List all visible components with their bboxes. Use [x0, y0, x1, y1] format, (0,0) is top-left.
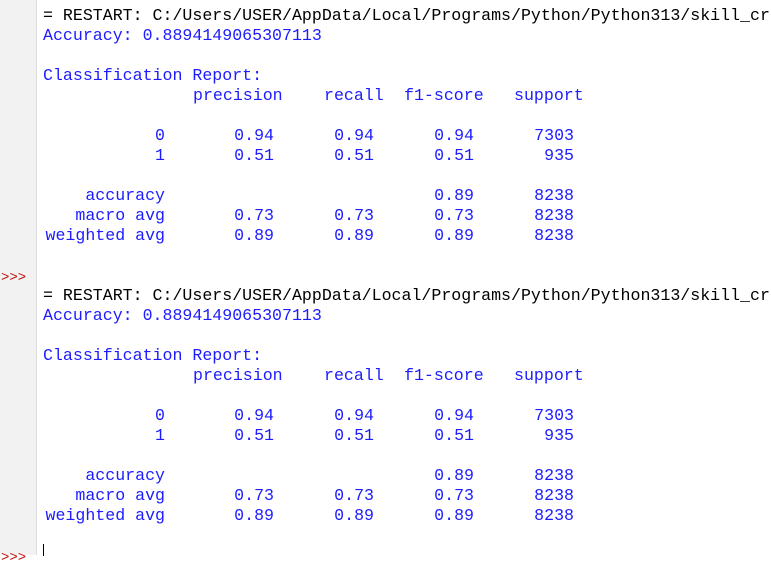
accuracy-line: Accuracy: 0.8894149065307113 [43, 306, 322, 325]
summary-row: accuracy 0.89 8238 [43, 466, 771, 486]
shell-prompt: >>> [1, 270, 27, 286]
row-f1: 0.51 [434, 426, 474, 445]
header-support: support [514, 86, 584, 105]
row-recall: 0.94 [334, 126, 374, 145]
summary-row: macro avg 0.73 0.73 0.73 8238 [43, 486, 771, 506]
row-recall: 0.94 [334, 406, 374, 425]
row-recall: 0.89 [334, 506, 374, 525]
row-f1: 0.89 [434, 466, 474, 485]
report-title: Classification Report: [43, 346, 263, 365]
shell-prompt: >>> [1, 0, 26, 8]
report-row: 1 0.51 0.51 0.51 935 [43, 146, 771, 166]
row-label: 1 [155, 146, 165, 165]
restart-banner: = RESTART: C:/Users/USER/AppData/Local/P… [43, 6, 770, 25]
header-recall: recall [324, 86, 384, 105]
row-precision: 0.73 [234, 486, 274, 505]
row-label: accuracy [85, 186, 165, 205]
row-precision: 0.51 [234, 146, 274, 165]
row-f1: 0.89 [434, 506, 474, 525]
report-row: 1 0.51 0.51 0.51 935 [43, 426, 771, 446]
shell-output-area[interactable]: = RESTART: C:/Users/USER/AppData/Local/P… [43, 6, 771, 526]
shell-prompt: >>> [1, 550, 27, 566]
row-support: 8238 [534, 506, 574, 525]
header-precision: precision [193, 86, 283, 105]
row-label: 0 [155, 406, 165, 425]
header-f1-score: f1-score [404, 86, 484, 105]
row-support: 935 [544, 426, 574, 445]
header-recall: recall [324, 366, 384, 385]
row-support: 7303 [534, 406, 574, 425]
row-f1: 0.89 [434, 186, 474, 205]
report-row: 0 0.94 0.94 0.94 7303 [43, 126, 771, 146]
row-precision: 0.89 [234, 506, 274, 525]
row-label: weighted avg [45, 226, 166, 245]
row-support: 8238 [534, 206, 574, 225]
row-support: 8238 [534, 466, 574, 485]
row-recall: 0.73 [334, 206, 374, 225]
row-recall: 0.51 [334, 426, 374, 445]
row-f1: 0.51 [434, 146, 474, 165]
row-f1: 0.94 [434, 406, 474, 425]
row-support: 8238 [534, 486, 574, 505]
row-precision: 0.94 [234, 126, 274, 145]
row-label: macro avg [75, 206, 165, 225]
row-support: 935 [544, 146, 574, 165]
row-precision: 0.94 [234, 406, 274, 425]
row-f1: 0.89 [434, 226, 474, 245]
header-precision: precision [193, 366, 283, 385]
row-recall: 0.73 [334, 486, 374, 505]
report-header-row: precision recall f1-score support [43, 366, 771, 386]
row-label: macro avg [75, 486, 165, 505]
text-cursor [43, 544, 44, 556]
header-f1-score: f1-score [404, 366, 484, 385]
summary-row: accuracy 0.89 8238 [43, 186, 771, 206]
summary-row: weighted avg 0.89 0.89 0.89 8238 [43, 226, 771, 246]
row-support: 8238 [534, 186, 574, 205]
accuracy-line: Accuracy: 0.8894149065307113 [43, 26, 322, 45]
summary-row: macro avg 0.73 0.73 0.73 8238 [43, 206, 771, 226]
row-support: 7303 [534, 126, 574, 145]
row-f1: 0.94 [434, 126, 474, 145]
summary-row: weighted avg 0.89 0.89 0.89 8238 [43, 506, 771, 526]
header-support: support [514, 366, 584, 385]
row-precision: 0.73 [234, 206, 274, 225]
report-header-row: precision recall f1-score support [43, 86, 771, 106]
row-precision: 0.89 [234, 226, 274, 245]
row-recall: 0.51 [334, 146, 374, 165]
row-label: 1 [155, 426, 165, 445]
run-output: = RESTART: C:/Users/USER/AppData/Local/P… [43, 6, 771, 286]
row-label: accuracy [85, 466, 165, 485]
row-f1: 0.73 [434, 206, 474, 225]
row-label: weighted avg [45, 506, 166, 525]
run-output: = RESTART: C:/Users/USER/AppData/Local/P… [43, 286, 771, 526]
row-label: 0 [155, 126, 165, 145]
row-recall: 0.89 [334, 226, 374, 245]
restart-banner: = RESTART: C:/Users/USER/AppData/Local/P… [43, 286, 770, 305]
prompt-gutter: >>> >>> >>> [0, 0, 37, 566]
report-row: 0 0.94 0.94 0.94 7303 [43, 406, 771, 426]
report-title: Classification Report: [43, 66, 263, 85]
row-precision: 0.51 [234, 426, 274, 445]
row-support: 8238 [534, 226, 574, 245]
row-f1: 0.73 [434, 486, 474, 505]
